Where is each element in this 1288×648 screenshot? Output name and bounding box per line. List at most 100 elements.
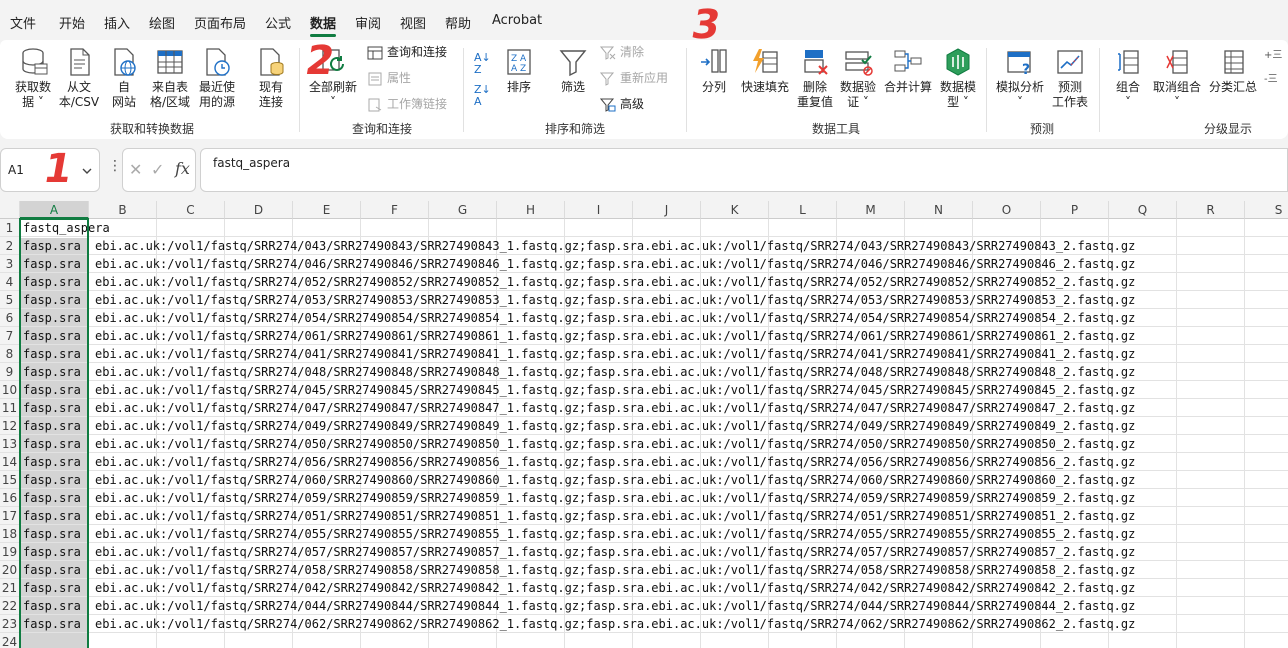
- select-all-corner[interactable]: [0, 201, 20, 219]
- column-header-b[interactable]: B: [89, 201, 157, 219]
- column-header-e[interactable]: E: [293, 201, 361, 219]
- sort-desc-button[interactable]: Z↓ A: [474, 84, 491, 108]
- data-validation-button[interactable]: 数据验 证 ˅: [836, 46, 880, 110]
- get-data-button[interactable]: 获取数 据 ˅: [8, 46, 58, 110]
- column-header-d[interactable]: D: [225, 201, 293, 219]
- row-header[interactable]: 13: [0, 435, 20, 453]
- column-header-f[interactable]: F: [361, 201, 429, 219]
- from-web-button[interactable]: 自 网站: [104, 46, 144, 110]
- row-header[interactable]: 5: [0, 291, 20, 309]
- cell-b-value[interactable]: ebi.ac.uk:/vol1/fastq/SRR274/056/SRR2749…: [95, 453, 1288, 471]
- row-header[interactable]: 15: [0, 471, 20, 489]
- row-header[interactable]: 22: [0, 597, 20, 615]
- edit-links-button[interactable]: 工作簿链接: [367, 94, 447, 114]
- row-header[interactable]: 19: [0, 543, 20, 561]
- from-table-range-button[interactable]: 来自表 格/区域: [146, 46, 194, 110]
- cell-b-value[interactable]: ebi.ac.uk:/vol1/fastq/SRR274/061/SRR2749…: [95, 327, 1288, 345]
- cell-b-value[interactable]: ebi.ac.uk:/vol1/fastq/SRR274/051/SRR2749…: [95, 507, 1288, 525]
- row-header[interactable]: 2: [0, 237, 20, 255]
- column-header-g[interactable]: G: [429, 201, 497, 219]
- data-model-button[interactable]: 数据模 型 ˅: [936, 46, 980, 110]
- column-header-i[interactable]: I: [565, 201, 633, 219]
- column-header-o[interactable]: O: [973, 201, 1041, 219]
- column-header-r[interactable]: R: [1177, 201, 1245, 219]
- more-dots-icon[interactable]: ⋮: [108, 159, 122, 173]
- column-header-c[interactable]: C: [157, 201, 225, 219]
- cell-b-value[interactable]: ebi.ac.uk:/vol1/fastq/SRR274/055/SRR2749…: [95, 525, 1288, 543]
- remove-duplicates-button[interactable]: 删除 重复值: [794, 46, 836, 110]
- row-header[interactable]: 9: [0, 363, 20, 381]
- cancel-icon[interactable]: ✕: [129, 160, 142, 179]
- tab-file[interactable]: 文件: [10, 13, 36, 32]
- column-header-s[interactable]: S: [1245, 201, 1288, 219]
- cell-b-value[interactable]: ebi.ac.uk:/vol1/fastq/SRR274/048/SRR2749…: [95, 363, 1288, 381]
- tab-data[interactable]: 数据: [310, 13, 336, 32]
- queries-connections-button[interactable]: 查询和连接: [367, 42, 447, 62]
- what-if-analysis-button[interactable]: ? 模拟分析 ˅: [992, 46, 1048, 110]
- row-header[interactable]: 24: [0, 633, 20, 648]
- row-header[interactable]: 4: [0, 273, 20, 291]
- chevron-down-icon[interactable]: [81, 166, 93, 176]
- cell-b-value[interactable]: ebi.ac.uk:/vol1/fastq/SRR274/057/SRR2749…: [95, 543, 1288, 561]
- row-header[interactable]: 17: [0, 507, 20, 525]
- cell-b-value[interactable]: ebi.ac.uk:/vol1/fastq/SRR274/054/SRR2749…: [95, 309, 1288, 327]
- row-header[interactable]: 20: [0, 561, 20, 579]
- row-header[interactable]: 3: [0, 255, 20, 273]
- cell-b-value[interactable]: ebi.ac.uk:/vol1/fastq/SRR274/047/SRR2749…: [95, 399, 1288, 417]
- column-header-j[interactable]: J: [633, 201, 701, 219]
- cell-b-value[interactable]: ebi.ac.uk:/vol1/fastq/SRR274/043/SRR2749…: [95, 237, 1288, 255]
- row-header[interactable]: 1: [0, 219, 20, 237]
- tab-home[interactable]: 开始: [59, 13, 85, 32]
- tab-draw[interactable]: 绘图: [149, 13, 175, 32]
- clear-filter-button[interactable]: 清除: [600, 42, 644, 62]
- from-text-csv-button[interactable]: 从文 本/CSV: [56, 46, 102, 110]
- cell-b-value[interactable]: ebi.ac.uk:/vol1/fastq/SRR274/053/SRR2749…: [95, 291, 1288, 309]
- existing-connections-button[interactable]: 现有 连接: [250, 46, 292, 110]
- consolidate-button[interactable]: 合并计算: [880, 46, 936, 95]
- cell-b-value[interactable]: ebi.ac.uk:/vol1/fastq/SRR274/060/SRR2749…: [95, 471, 1288, 489]
- column-header-k[interactable]: K: [701, 201, 769, 219]
- column-header-p[interactable]: P: [1041, 201, 1109, 219]
- column-header-q[interactable]: Q: [1109, 201, 1177, 219]
- column-header-h[interactable]: H: [497, 201, 565, 219]
- formula-input[interactable]: fastq_aspera: [200, 148, 1288, 192]
- cell-b-value[interactable]: ebi.ac.uk:/vol1/fastq/SRR274/044/SRR2749…: [95, 597, 1288, 615]
- sort-button[interactable]: Z AA Z 排序: [500, 46, 538, 95]
- text-to-columns-button[interactable]: 分列: [694, 46, 734, 95]
- column-header-l[interactable]: L: [769, 201, 837, 219]
- row-header[interactable]: 10: [0, 381, 20, 399]
- row-header[interactable]: 11: [0, 399, 20, 417]
- row-header[interactable]: 14: [0, 453, 20, 471]
- tab-insert[interactable]: 插入: [104, 13, 130, 32]
- cell-b-value[interactable]: ebi.ac.uk:/vol1/fastq/SRR274/059/SRR2749…: [95, 489, 1288, 507]
- cell-b-value[interactable]: ebi.ac.uk:/vol1/fastq/SRR274/062/SRR2749…: [95, 615, 1288, 633]
- cell-b-value[interactable]: ebi.ac.uk:/vol1/fastq/SRR274/058/SRR2749…: [95, 561, 1288, 579]
- reapply-button[interactable]: 重新应用: [600, 68, 668, 88]
- cell-b-value[interactable]: ebi.ac.uk:/vol1/fastq/SRR274/042/SRR2749…: [95, 579, 1288, 597]
- subtotal-button[interactable]: 分类汇总: [1206, 46, 1260, 95]
- tab-view[interactable]: 视图: [400, 13, 426, 32]
- row-header[interactable]: 21: [0, 579, 20, 597]
- tab-page-layout[interactable]: 页面布局: [194, 13, 246, 32]
- tab-acrobat[interactable]: Acrobat: [492, 13, 542, 28]
- advanced-filter-button[interactable]: 高级: [600, 94, 644, 114]
- cell-b-value[interactable]: ebi.ac.uk:/vol1/fastq/SRR274/052/SRR2749…: [95, 273, 1288, 291]
- row-header[interactable]: 8: [0, 345, 20, 363]
- column-header-n[interactable]: N: [905, 201, 973, 219]
- row-header[interactable]: 23: [0, 615, 20, 633]
- cell-b-value[interactable]: ebi.ac.uk:/vol1/fastq/SRR274/045/SRR2749…: [95, 381, 1288, 399]
- row-header[interactable]: 6: [0, 309, 20, 327]
- column-header-a[interactable]: A: [20, 201, 89, 219]
- enter-icon[interactable]: ✓: [151, 160, 164, 179]
- filter-button[interactable]: 筛选: [554, 46, 592, 95]
- ungroup-button[interactable]: 取消组合 ˅: [1150, 46, 1204, 110]
- insert-function-icon[interactable]: fx: [175, 159, 190, 178]
- row-header[interactable]: 12: [0, 417, 20, 435]
- cell-b-value[interactable]: ebi.ac.uk:/vol1/fastq/SRR274/049/SRR2749…: [95, 417, 1288, 435]
- properties-button[interactable]: 属性: [367, 68, 411, 88]
- show-detail-icon[interactable]: +三: [1264, 46, 1282, 66]
- forecast-sheet-button[interactable]: 预测 工作表: [1048, 46, 1092, 110]
- spreadsheet-grid[interactable]: ABCDEFGHIJKLMNOPQRS 1 2 3 4 5 6 7 8 9 10 11 12 13 14 1…: [0, 201, 1288, 648]
- flash-fill-button[interactable]: 快速填充: [738, 46, 792, 95]
- row-header[interactable]: 18: [0, 525, 20, 543]
